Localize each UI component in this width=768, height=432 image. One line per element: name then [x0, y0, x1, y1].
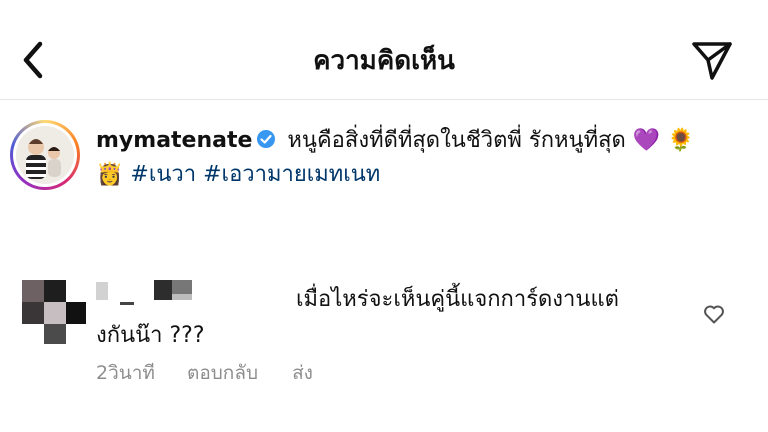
purple-heart-emoji: 💜 [632, 128, 661, 153]
comment-timestamp: 2วินาที [96, 362, 155, 384]
hashtag-ava-mymatenate[interactable]: #เอวามายเมทเนท [203, 162, 380, 187]
princess-emoji: 👸 [96, 162, 124, 187]
heart-outline-icon [704, 305, 724, 324]
caption-body: หนูคือสิ่งที่ดีที่สุดในชีวิตพี่ รักหนูที… [287, 128, 626, 153]
comment-meta: 2วินาที ตอบกลับ ส่ง [96, 358, 313, 388]
comment-text: เมื่อไหร่จะเห็นคู่นี้แจกการ์ดงานแต่งกันน… [96, 287, 619, 348]
page-title: ความคิดเห็น [313, 46, 455, 76]
reply-button[interactable]: ตอบกลับ [187, 362, 258, 384]
comment-avatar-redacted[interactable] [22, 280, 88, 346]
header-bar: ความคิดเห็น [0, 0, 768, 100]
avatar-photo [16, 126, 74, 184]
sunflower-emoji: 🌻 [667, 128, 695, 153]
paper-plane-icon [692, 42, 732, 80]
caption-username[interactable]: mymatenate [96, 128, 252, 153]
share-button[interactable] [688, 36, 736, 84]
like-comment-button[interactable] [702, 302, 726, 326]
caption-text: mymatenate หนูคือสิ่งที่ดีที่สุดในชีวิตพ… [96, 124, 756, 192]
hashtag-neva[interactable]: #เนวา [130, 162, 196, 187]
avatar[interactable] [10, 120, 80, 190]
verified-badge-icon [257, 130, 276, 148]
send-button[interactable]: ส่ง [292, 362, 313, 384]
